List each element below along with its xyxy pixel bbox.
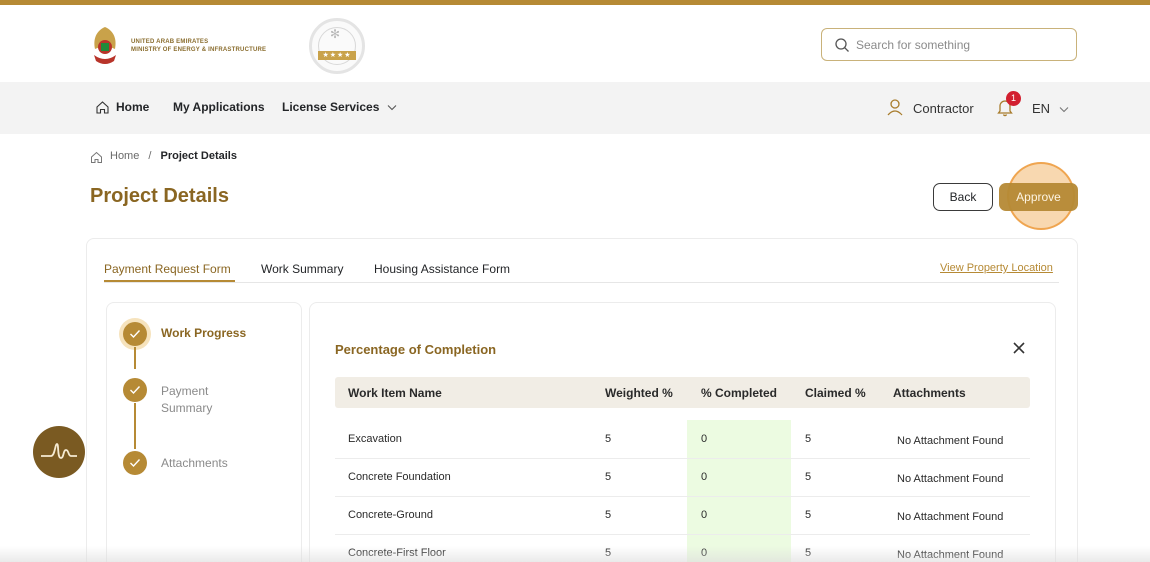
check-icon	[130, 459, 141, 468]
cell-work-item-name: Concrete-Ground	[348, 509, 433, 521]
chevron-down-icon	[1059, 107, 1069, 113]
floating-assistant-button[interactable]	[33, 426, 85, 478]
view-property-location-link[interactable]: View Property Location	[940, 262, 1053, 274]
language-selector[interactable]: EN	[1032, 101, 1069, 116]
check-icon	[130, 330, 141, 339]
wave-signature-icon	[41, 443, 77, 459]
tab-work-summary[interactable]: Work Summary	[261, 262, 343, 276]
column-header-completed: % Completed	[701, 386, 778, 400]
step-connector	[134, 403, 136, 449]
cell-weighted: 5	[605, 509, 612, 521]
step-connector	[134, 347, 136, 369]
tabs-divider	[104, 282, 1059, 283]
step-label-work-progress[interactable]: Work Progress	[161, 325, 246, 342]
tab-housing-assistance-form[interactable]: Housing Assistance Form	[374, 262, 510, 276]
uae-emblem-logo[interactable]	[90, 25, 120, 67]
back-button[interactable]: Back	[933, 183, 993, 211]
search-icon	[835, 38, 849, 52]
cell-attachments: No Attachment Found	[897, 435, 1004, 447]
page-title: Project Details	[90, 185, 229, 207]
cell-attachments: No Attachment Found	[897, 473, 1004, 485]
step-label-payment-summary[interactable]: Payment Summary	[161, 383, 231, 417]
ministry-name: UNITED ARAB EMIRATES MINISTRY OF ENERGY …	[131, 39, 267, 53]
cell-weighted: 5	[605, 433, 612, 445]
breadcrumb-home-icon[interactable]	[90, 151, 103, 164]
flower-icon: ✻	[330, 27, 341, 41]
cell-completed: 0	[701, 509, 708, 521]
home-icon[interactable]	[95, 100, 110, 115]
cell-completed: 0	[701, 433, 708, 445]
chevron-down-icon	[387, 105, 397, 111]
nav-home[interactable]: Home	[116, 100, 149, 114]
close-icon[interactable]	[1011, 340, 1027, 356]
rating-stars-badge: ✻ ★★★★	[309, 18, 365, 74]
tab-payment-request-form[interactable]: Payment Request Form	[104, 262, 231, 276]
cell-claimed: 5	[805, 471, 812, 483]
step-work-progress-check-icon[interactable]	[123, 322, 147, 346]
approve-button[interactable]: Approve	[999, 183, 1078, 211]
panel-title: Percentage of Completion	[335, 342, 497, 357]
stars-icon: ★★★★	[318, 51, 356, 60]
cell-work-item-name: Excavation	[348, 433, 402, 445]
nav-license-services[interactable]: License Services	[282, 100, 397, 114]
search-input[interactable]	[856, 36, 1066, 54]
column-header-weighted: Weighted %	[605, 386, 673, 400]
search-box[interactable]	[821, 28, 1077, 61]
breadcrumb-current: Project Details	[160, 150, 237, 162]
column-header-claimed: Claimed %	[805, 386, 866, 400]
site-header: UNITED ARAB EMIRATES MINISTRY OF ENERGY …	[0, 5, 1150, 82]
main-nav: Home My Applications License Services Co…	[0, 82, 1150, 134]
check-icon	[130, 386, 141, 395]
user-role[interactable]: Contractor	[913, 101, 974, 116]
breadcrumb: Home / Project Details	[110, 150, 237, 162]
breadcrumb-home[interactable]: Home	[110, 150, 139, 162]
step-payment-summary-check-icon[interactable]	[123, 378, 147, 402]
cell-work-item-name: Concrete Foundation	[348, 471, 451, 483]
nav-my-applications[interactable]: My Applications	[173, 100, 265, 114]
cell-claimed: 5	[805, 509, 812, 521]
step-attachments-check-icon[interactable]	[123, 451, 147, 475]
cell-completed: 0	[701, 471, 708, 483]
notification-count-badge: 1	[1006, 91, 1021, 106]
cell-attachments: No Attachment Found	[897, 511, 1004, 523]
cell-claimed: 5	[805, 433, 812, 445]
cell-weighted: 5	[605, 471, 612, 483]
step-label-attachments[interactable]: Attachments	[161, 455, 228, 472]
user-icon[interactable]	[886, 98, 904, 116]
column-header-attachments: Attachments	[893, 386, 966, 400]
column-header-work-item-name: Work Item Name	[348, 386, 442, 400]
